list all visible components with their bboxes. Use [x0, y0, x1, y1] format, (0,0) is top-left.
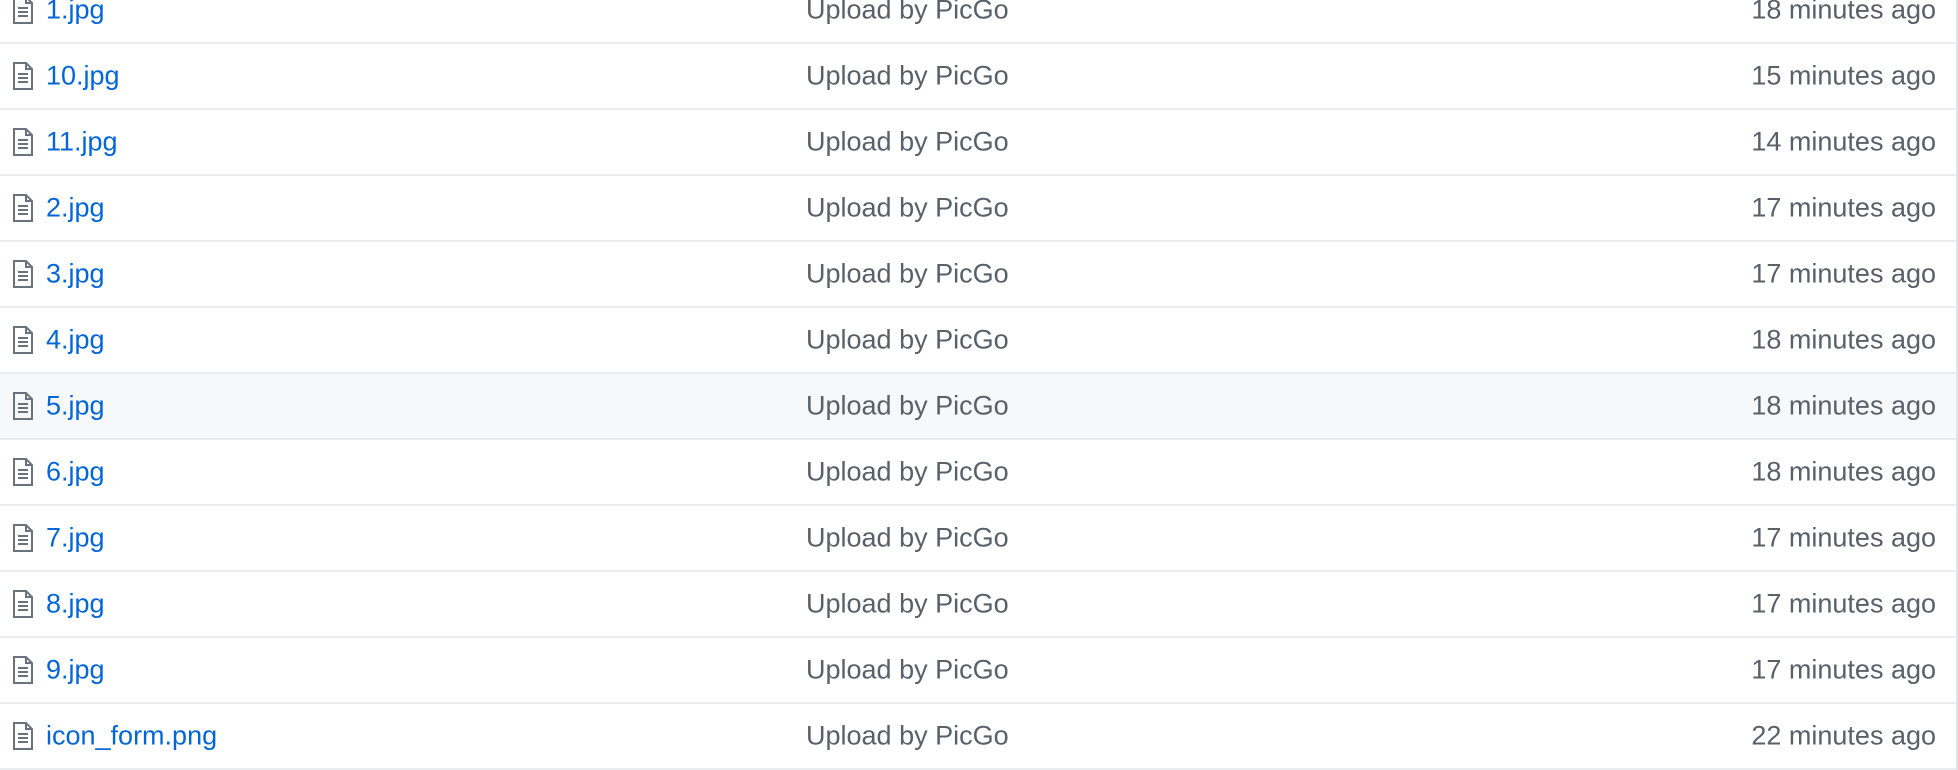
commit-age: 17 minutes ago	[1751, 522, 1936, 553]
commit-message[interactable]: Upload by PicGo	[806, 61, 1009, 92]
commit-message[interactable]: Upload by PicGo	[806, 721, 1009, 752]
commit-age: 18 minutes ago	[1751, 0, 1936, 25]
table-row: 1.jpg Upload by PicGo 18 minutes ago	[0, 0, 1956, 44]
file-icon	[13, 0, 33, 24]
table-row: 2.jpg Upload by PicGo 17 minutes ago	[0, 176, 1956, 242]
commit-age: 17 minutes ago	[1751, 654, 1936, 685]
commit-age: 18 minutes ago	[1751, 456, 1936, 487]
table-row: 3.jpg Upload by PicGo 17 minutes ago	[0, 242, 1956, 308]
commit-message[interactable]: Upload by PicGo	[806, 259, 1009, 290]
table-row: 6.jpg Upload by PicGo 18 minutes ago	[0, 440, 1956, 506]
file-icon	[13, 524, 33, 552]
file-icon	[13, 392, 33, 420]
file-link[interactable]: 4.jpg	[46, 325, 105, 356]
commit-message[interactable]: Upload by PicGo	[806, 127, 1009, 158]
file-link[interactable]: 10.jpg	[46, 61, 120, 92]
commit-message[interactable]: Upload by PicGo	[806, 193, 1009, 224]
table-row: 5.jpg Upload by PicGo 18 minutes ago	[0, 374, 1956, 440]
file-link[interactable]: 3.jpg	[46, 259, 105, 290]
file-link[interactable]: 9.jpg	[46, 655, 105, 686]
table-row: 9.jpg Upload by PicGo 17 minutes ago	[0, 638, 1956, 704]
commit-message[interactable]: Upload by PicGo	[806, 325, 1009, 356]
table-row: icon_form.png Upload by PicGo 22 minutes…	[0, 704, 1956, 770]
file-icon	[13, 326, 33, 354]
file-icon	[13, 260, 33, 288]
table-row: 8.jpg Upload by PicGo 17 minutes ago	[0, 572, 1956, 638]
commit-message[interactable]: Upload by PicGo	[806, 457, 1009, 488]
file-icon	[13, 194, 33, 222]
file-icon	[13, 62, 33, 90]
file-icon	[13, 458, 33, 486]
commit-message[interactable]: Upload by PicGo	[806, 523, 1009, 554]
file-link[interactable]: 1.jpg	[46, 0, 105, 26]
file-link[interactable]: 7.jpg	[46, 523, 105, 554]
commit-age: 14 minutes ago	[1751, 126, 1936, 157]
file-icon	[13, 656, 33, 684]
commit-message[interactable]: Upload by PicGo	[806, 589, 1009, 620]
table-row: 11.jpg Upload by PicGo 14 minutes ago	[0, 110, 1956, 176]
commit-age: 18 minutes ago	[1751, 390, 1936, 421]
commit-message[interactable]: Upload by PicGo	[806, 391, 1009, 422]
commit-age: 22 minutes ago	[1751, 720, 1936, 751]
file-link[interactable]: 5.jpg	[46, 391, 105, 422]
commit-age: 17 minutes ago	[1751, 258, 1936, 289]
table-row: 7.jpg Upload by PicGo 17 minutes ago	[0, 506, 1956, 572]
file-icon	[13, 590, 33, 618]
file-link[interactable]: 6.jpg	[46, 457, 105, 488]
commit-age: 17 minutes ago	[1751, 192, 1936, 223]
commit-message[interactable]: Upload by PicGo	[806, 0, 1009, 26]
file-link[interactable]: 11.jpg	[46, 127, 118, 158]
file-icon	[13, 128, 33, 156]
file-link[interactable]: 8.jpg	[46, 589, 105, 620]
file-link[interactable]: icon_form.png	[46, 721, 217, 752]
commit-age: 15 minutes ago	[1751, 60, 1936, 91]
commit-age: 17 minutes ago	[1751, 588, 1936, 619]
table-row: 4.jpg Upload by PicGo 18 minutes ago	[0, 308, 1956, 374]
commit-message[interactable]: Upload by PicGo	[806, 655, 1009, 686]
file-link[interactable]: 2.jpg	[46, 193, 105, 224]
file-list: 1.jpg Upload by PicGo 18 minutes ago 10.…	[0, 0, 1958, 770]
table-row: 10.jpg Upload by PicGo 15 minutes ago	[0, 44, 1956, 110]
file-icon	[13, 722, 33, 750]
commit-age: 18 minutes ago	[1751, 324, 1936, 355]
